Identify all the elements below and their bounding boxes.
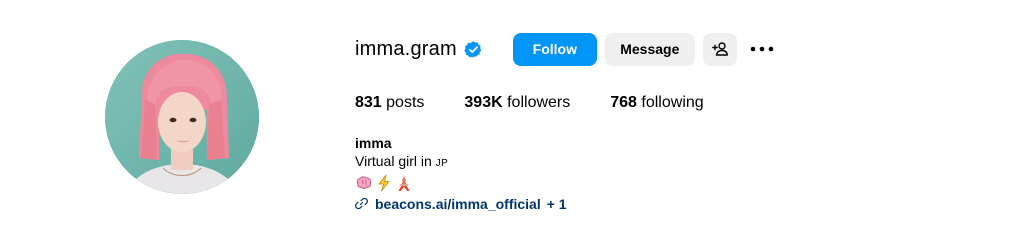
posts-stat: 831 posts <box>355 94 424 112</box>
bio: imma Virtual girl in JP beacons.ai/imma_… <box>355 134 567 213</box>
avatar[interactable] <box>105 40 259 194</box>
add-user-icon <box>711 42 728 56</box>
bio-text: Virtual girl in <box>355 153 432 169</box>
more-options-icon[interactable] <box>749 36 775 62</box>
profile-stats: 831 posts 393K followers 768 following <box>355 94 744 112</box>
followers-stat[interactable]: 393K followers <box>464 94 570 112</box>
bio-emojis <box>355 173 567 193</box>
username: imma.gram <box>355 37 457 60</box>
link-extra[interactable]: + 1 <box>547 195 567 213</box>
bio-name: imma <box>355 135 392 151</box>
posts-label: posts <box>386 94 425 111</box>
profile-header: imma.gram Follow Message 831 posts 393K … <box>0 0 1024 251</box>
bio-line: Virtual girl in JP <box>355 152 567 173</box>
link-text[interactable]: beacons.ai/imma_official <box>375 195 541 213</box>
following-stat[interactable]: 768 following <box>610 94 703 112</box>
brain-icon <box>355 174 373 192</box>
country-flag: JP <box>435 158 449 169</box>
followers-label: followers <box>507 94 571 111</box>
following-count: 768 <box>610 94 637 111</box>
message-button[interactable]: Message <box>604 32 695 66</box>
follow-button[interactable]: Follow <box>512 32 597 66</box>
profile-header-row: imma.gram Follow Message <box>355 32 775 66</box>
followers-count: 393K <box>464 94 503 111</box>
tokyo-tower-icon <box>395 174 413 192</box>
verified-badge-icon <box>464 40 483 59</box>
avatar-image <box>105 40 259 194</box>
external-link[interactable]: beacons.ai/imma_official + 1 <box>355 195 567 213</box>
following-label: following <box>641 94 704 111</box>
posts-count: 831 <box>355 94 382 111</box>
add-user-button[interactable] <box>702 32 737 66</box>
lightning-icon <box>375 174 393 192</box>
link-icon <box>355 197 369 211</box>
